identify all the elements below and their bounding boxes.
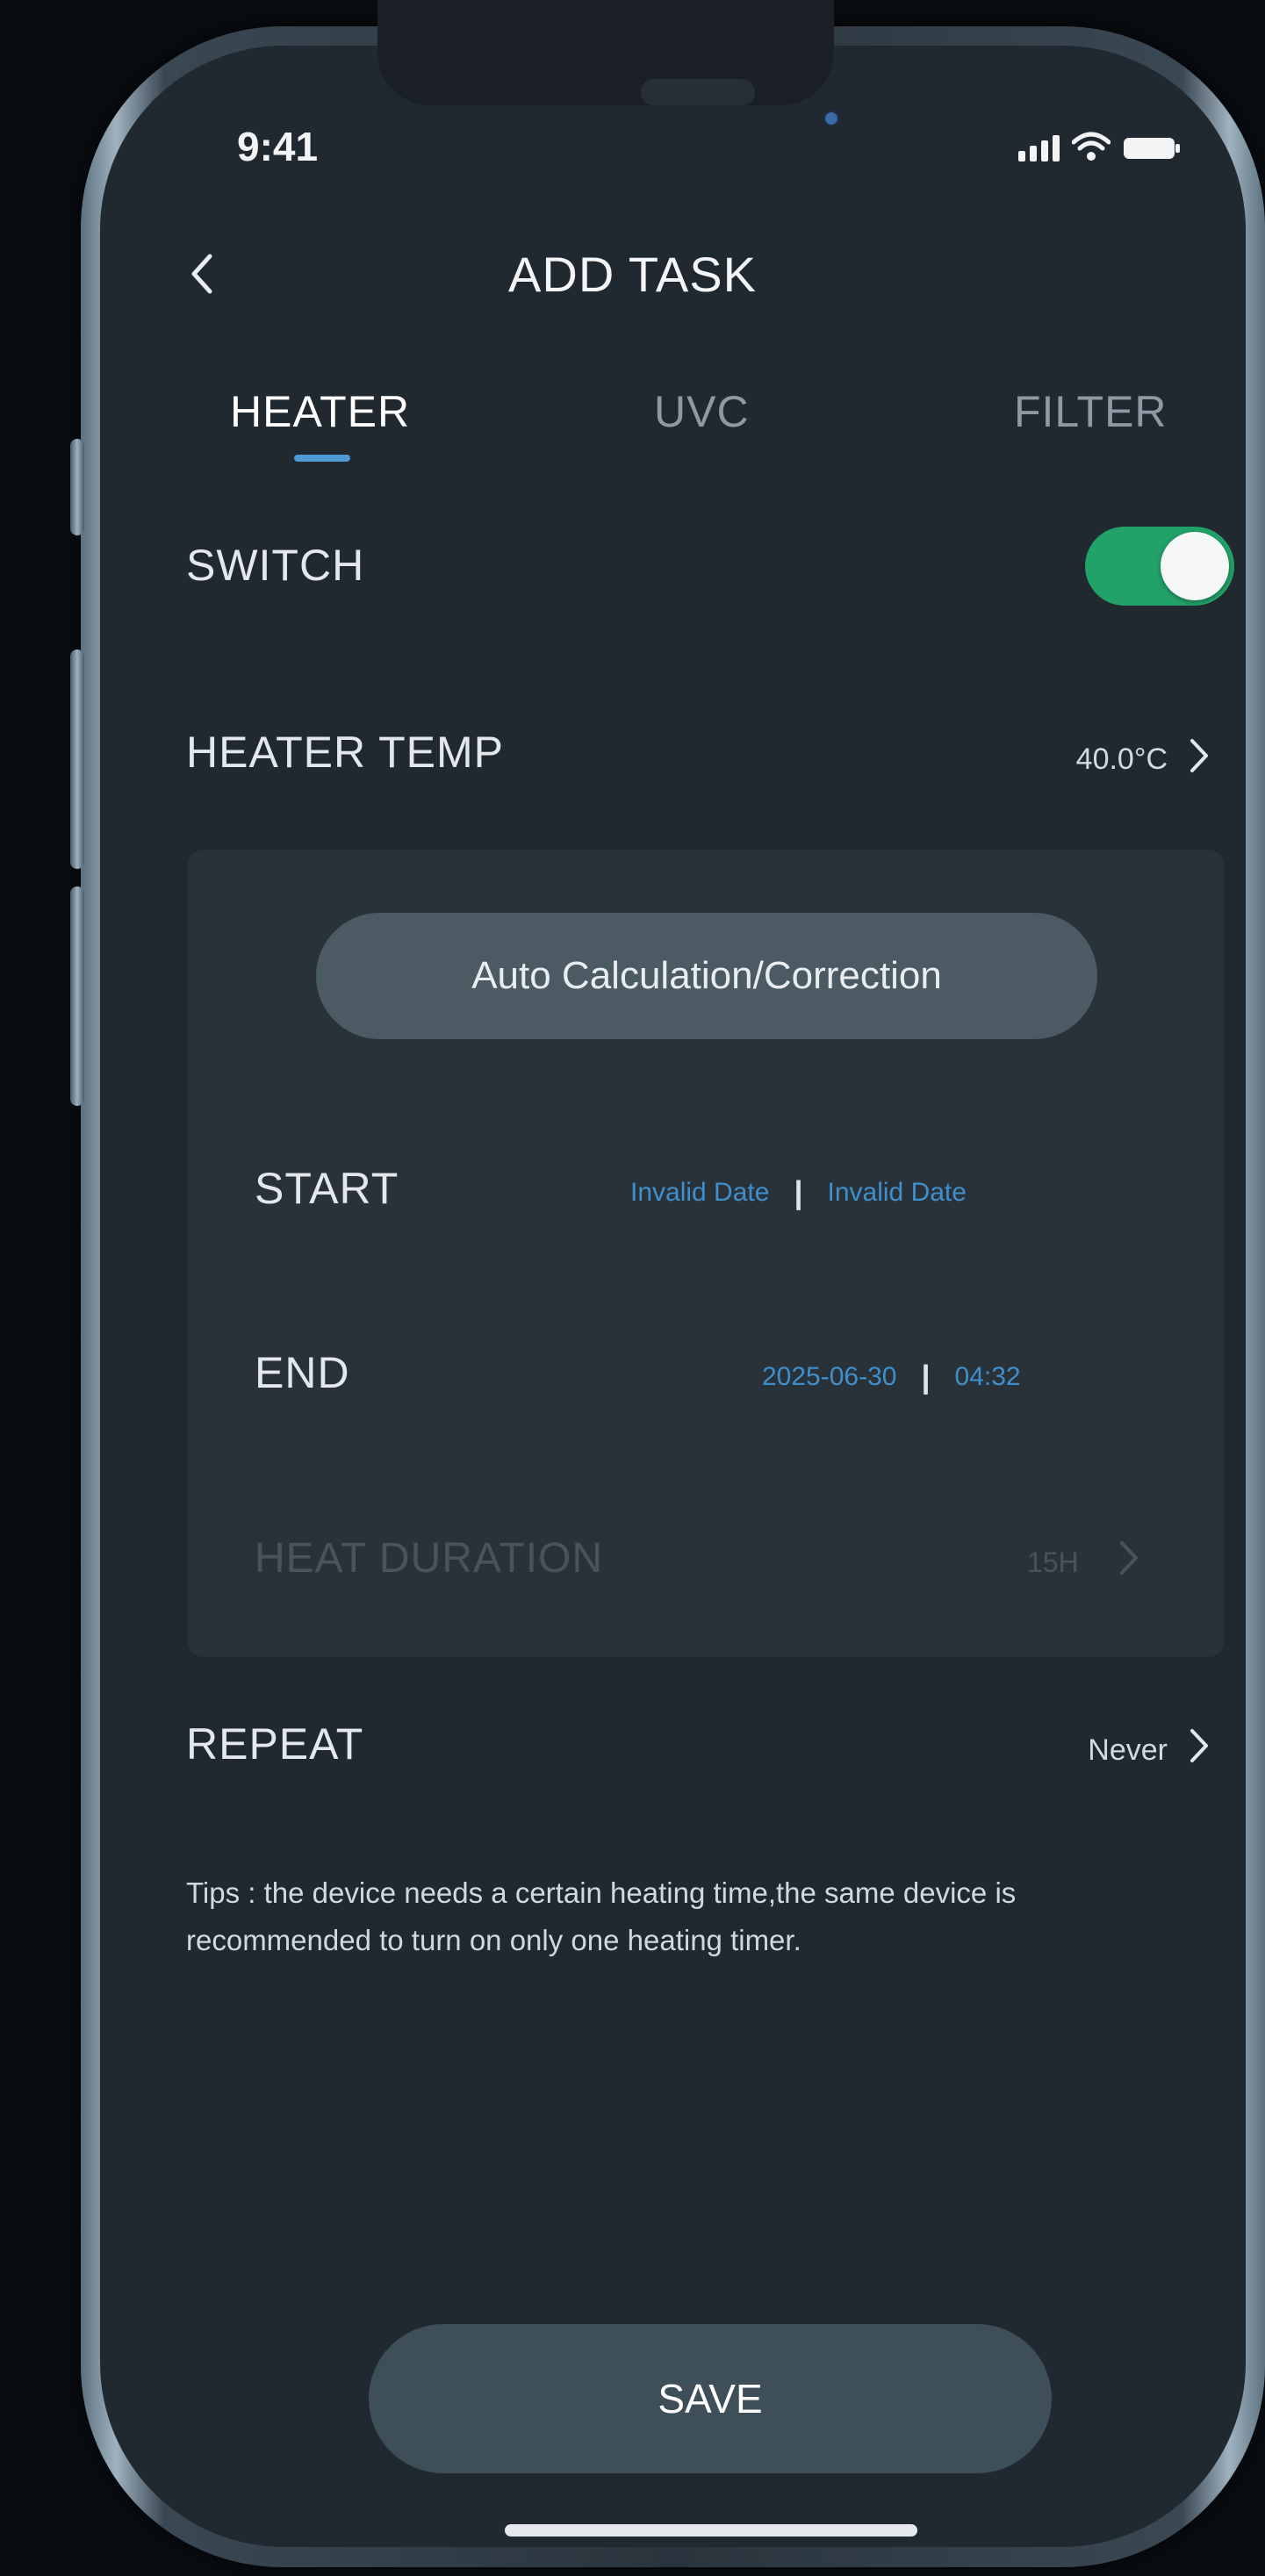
repeat-value[interactable]: Never xyxy=(1010,1733,1168,1768)
heater-temp-label: HEATER TEMP xyxy=(186,728,504,777)
page-title: ADD TASK xyxy=(508,247,757,302)
repeat-chevron-icon[interactable] xyxy=(1185,1726,1211,1766)
heat-duration-label: HEAT DURATION xyxy=(255,1535,604,1582)
heater-temp-value[interactable]: 40.0°C xyxy=(974,743,1168,777)
heat-duration-value[interactable]: 15H xyxy=(1027,1546,1079,1579)
side-button-volume-down xyxy=(70,886,84,1106)
repeat-label: REPEAT xyxy=(186,1719,364,1769)
start-label: START xyxy=(255,1164,399,1213)
tab-filter[interactable]: FILTER xyxy=(1014,386,1168,437)
wifi-icon xyxy=(1072,132,1110,161)
end-label: END xyxy=(255,1348,350,1397)
heater-switch-toggle[interactable] xyxy=(1085,527,1234,606)
start-date-value[interactable]: Invalid Date xyxy=(630,1178,769,1208)
battery-icon xyxy=(1124,138,1180,159)
end-datetime: 2025-06-30 | 04:32 xyxy=(762,1359,1021,1396)
toggle-knob xyxy=(1161,532,1229,600)
end-date-value[interactable]: 2025-06-30 xyxy=(762,1362,896,1392)
side-button-volume-up xyxy=(70,649,84,869)
auto-calculation-button[interactable]: Auto Calculation/Correction xyxy=(316,913,1097,1039)
home-indicator[interactable] xyxy=(505,2524,917,2537)
date-time-separator: | xyxy=(794,1174,803,1210)
status-icons xyxy=(1018,132,1181,161)
switch-label: SWITCH xyxy=(186,541,365,590)
tips-text: Tips : the device needs a certain heatin… xyxy=(186,1876,1017,1956)
heat-duration-chevron-icon[interactable] xyxy=(1115,1538,1141,1578)
start-datetime: Invalid Date | Invalid Date xyxy=(630,1174,967,1211)
end-time-value[interactable]: 04:32 xyxy=(955,1362,1021,1392)
heater-temp-chevron-icon[interactable] xyxy=(1185,735,1211,776)
status-time: 9:41 xyxy=(237,124,319,169)
date-time-separator: | xyxy=(921,1359,931,1395)
tab-uvc[interactable]: UVC xyxy=(654,386,750,437)
side-button-silent xyxy=(70,439,84,535)
speaker xyxy=(641,79,755,105)
start-time-value[interactable]: Invalid Date xyxy=(828,1178,967,1208)
camera-dot xyxy=(825,112,837,125)
tab-heater[interactable]: HEATER xyxy=(230,386,410,437)
stage: 9:41 ADD TASK HEATER UVC FILTER SWITCH H… xyxy=(0,0,1265,2576)
save-button[interactable]: SAVE xyxy=(369,2324,1052,2473)
cellular-signal-icon xyxy=(1018,135,1060,161)
active-tab-indicator xyxy=(294,455,350,462)
notch xyxy=(377,0,834,105)
